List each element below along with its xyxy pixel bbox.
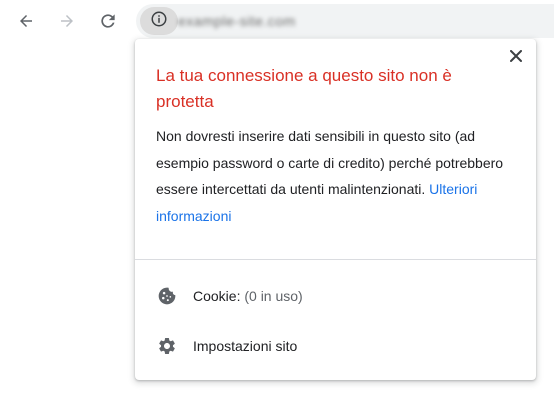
reload-button[interactable]: [93, 6, 123, 36]
cookie-icon: [157, 286, 177, 306]
reload-icon: [98, 11, 118, 31]
connection-warning-title: La tua connessione a questo sito non è p…: [156, 66, 452, 111]
site-info-button[interactable]: [140, 7, 178, 35]
cookies-row[interactable]: Cookie: (0 in uso): [135, 274, 536, 318]
forward-button[interactable]: [52, 6, 82, 36]
site-settings-row[interactable]: Impostazioni sito: [135, 324, 536, 368]
close-button[interactable]: [508, 50, 524, 66]
back-button[interactable]: [11, 6, 41, 36]
connection-warning-description: Non dovresti inserire dati sensibili in …: [156, 123, 518, 229]
cookies-label: Cookie:: [193, 288, 241, 304]
cookies-label-group: Cookie: (0 in uso): [193, 288, 303, 304]
close-icon: [510, 49, 522, 67]
info-icon: [150, 10, 168, 33]
site-info-popup: La tua connessione a questo sito non è p…: [135, 39, 536, 380]
arrow-forward-icon: [58, 12, 76, 30]
gear-icon: [157, 336, 177, 356]
arrow-back-icon: [17, 12, 35, 30]
divider: [135, 259, 536, 260]
site-settings-label: Impostazioni sito: [193, 338, 298, 354]
url-text[interactable]: example-site.com: [178, 12, 296, 30]
browser-toolbar: example-site.com: [0, 0, 554, 44]
cookies-count: (0 in uso): [244, 288, 303, 304]
